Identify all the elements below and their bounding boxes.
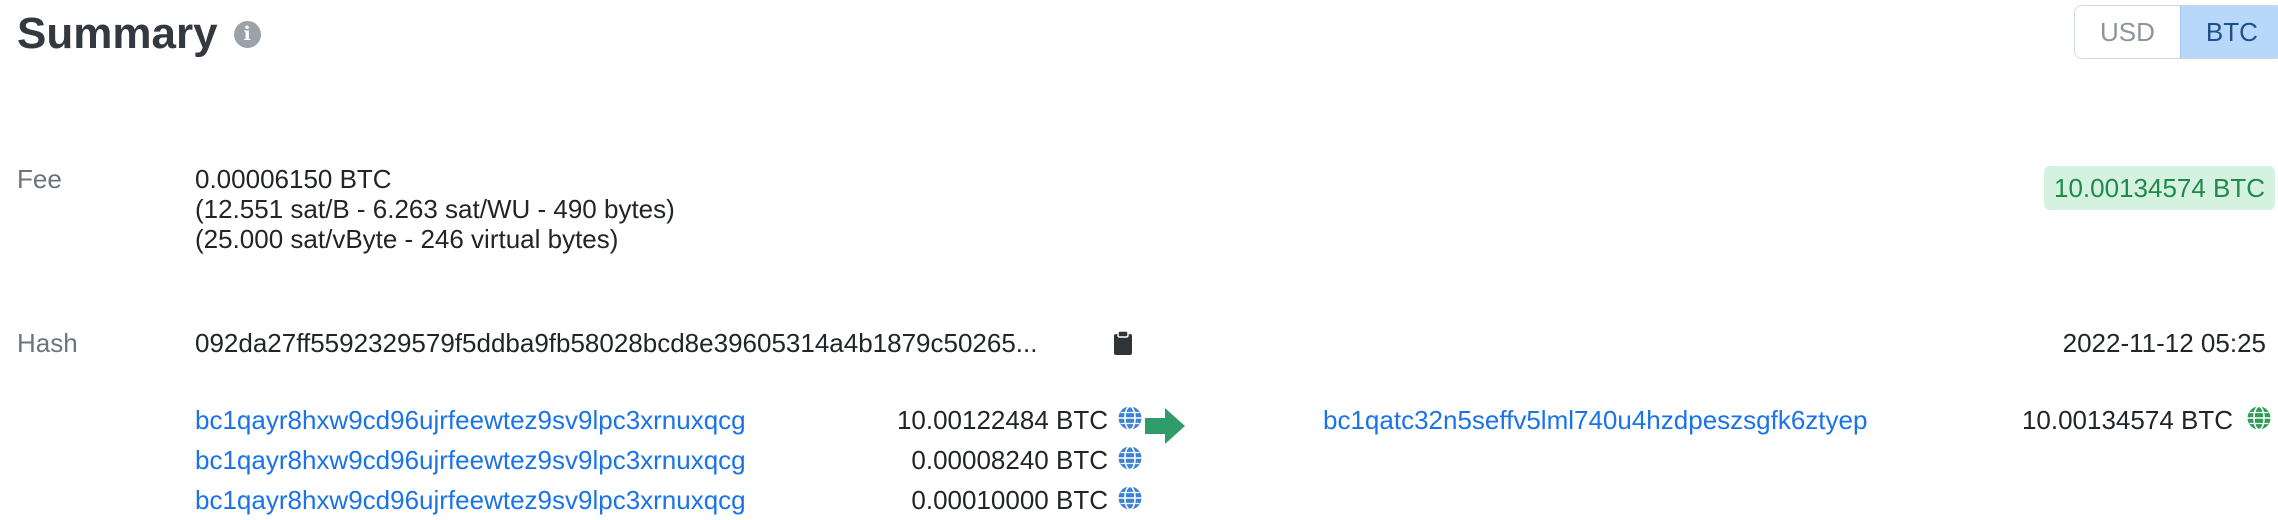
timestamp: 2022-11-12 05:25 — [2062, 328, 2266, 358]
input-amount: 0.00010000 BTC — [911, 485, 1108, 515]
input-amount: 10.00122484 BTC — [896, 405, 1108, 435]
currency-btc-button[interactable]: BTC — [2179, 6, 2278, 58]
globe-icon[interactable] — [1117, 405, 1143, 431]
currency-toggle[interactable]: USD BTC — [2074, 5, 2278, 59]
info-icon[interactable]: i — [233, 20, 261, 48]
output-address-link[interactable]: bc1qatc32n5seffv5lml740u4hzdpeszsgfk6zty… — [1323, 400, 1867, 440]
total-amount-badge: 10.00134574 BTC — [2044, 166, 2276, 210]
input-address-link[interactable]: bc1qayr8hxw9cd96ujrfeewtez9sv9lpc3xrnuxq… — [195, 480, 746, 520]
globe-icon[interactable] — [1117, 485, 1143, 511]
output-amount: 10.00134574 BTC — [2021, 405, 2233, 435]
clipboard-icon[interactable] — [1113, 331, 1133, 355]
input-address-link[interactable]: bc1qayr8hxw9cd96ujrfeewtez9sv9lpc3xrnuxq… — [195, 440, 746, 480]
fee-rate-detail: (12.551 sat/B - 6.263 sat/WU - 490 bytes… — [195, 194, 675, 224]
globe-icon[interactable] — [2246, 405, 2272, 431]
input-amount: 0.00008240 BTC — [911, 445, 1108, 475]
page-title: Summary i — [17, 6, 261, 62]
hash-label: Hash — [17, 328, 78, 358]
fee-vbyte-detail: (25.000 sat/vByte - 246 virtual bytes) — [195, 224, 619, 254]
fee-amount: 0.00006150 BTC — [195, 164, 392, 194]
fee-label: Fee — [17, 164, 62, 194]
arrow-right-icon — [1145, 408, 1185, 444]
input-address-link[interactable]: bc1qayr8hxw9cd96ujrfeewtez9sv9lpc3xrnuxq… — [195, 400, 746, 440]
hash-value: 092da27ff5592329579f5ddba9fb58028bcd8e39… — [195, 328, 1038, 358]
page-title-text: Summary — [17, 9, 218, 58]
globe-icon[interactable] — [1117, 445, 1143, 471]
currency-usd-button[interactable]: USD — [2075, 6, 2180, 58]
